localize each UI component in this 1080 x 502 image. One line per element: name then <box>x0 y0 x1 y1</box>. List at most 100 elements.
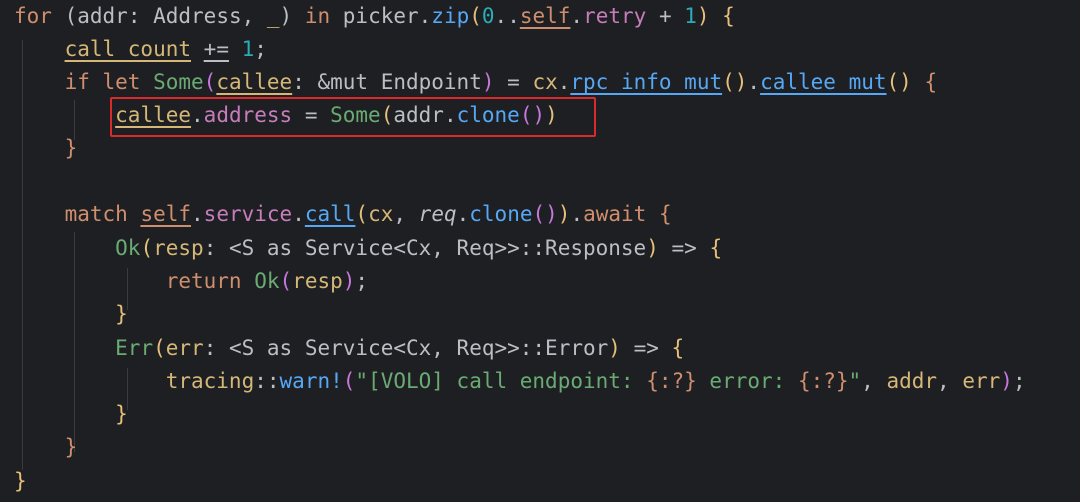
code-token: cx <box>532 70 558 94</box>
code-line[interactable]: Err(err: <S as Service<Cx, Req>>::Error)… <box>14 332 684 365</box>
code-token: : Address, <box>127 4 267 28</box>
code-token: ( <box>342 369 356 393</box>
code-line[interactable]: match self.service.call(cx, req.clone())… <box>14 198 672 231</box>
code-token: ) <box>545 103 558 127</box>
code-token: } <box>14 469 27 493</box>
code-token: callee <box>115 103 192 127</box>
code-line[interactable]: call_count += 1; <box>14 33 267 66</box>
code-editor[interactable]: for (addr: Address, _) in picker.zip(0..… <box>0 0 1080 502</box>
code-token: ) <box>279 4 305 28</box>
code-token: self <box>519 4 571 28</box>
code-token: ( <box>469 4 482 28</box>
code-token: " <box>848 369 862 393</box>
code-token: Ok <box>115 236 141 260</box>
code-token: } <box>64 435 78 459</box>
code-token: : <S as Service<Cx, Req>>::Error <box>203 336 609 360</box>
code-token: ; <box>1012 369 1026 393</box>
code-token: 0 <box>481 4 495 28</box>
code-line[interactable]: } <box>14 398 128 431</box>
code-token: {:?} <box>646 369 697 393</box>
code-line[interactable]: } <box>14 298 128 331</box>
code-token: () <box>519 103 546 127</box>
code-token: ( <box>203 70 217 94</box>
code-token: {:?} <box>797 369 849 393</box>
code-token: : <S as Service<Cx, Req>>::Response <box>203 236 647 260</box>
code-token: ( <box>355 202 369 226</box>
code-token: . <box>747 70 761 94</box>
code-token: ; <box>355 269 369 293</box>
code-token: addr <box>886 369 938 393</box>
code-token: ) <box>1000 369 1013 393</box>
code-line[interactable]: for (addr: Address, _) in picker.zip(0..… <box>14 0 735 33</box>
code-token: warn! <box>279 369 343 393</box>
code-token: } <box>64 136 78 160</box>
code-token: : &mut Endpoint <box>292 70 482 94</box>
code-token: . <box>570 4 584 28</box>
code-token: } <box>115 302 128 326</box>
code-line[interactable]: } <box>14 132 78 165</box>
code-token: _ <box>266 4 280 28</box>
code-token: . <box>570 202 584 226</box>
code-line[interactable]: if let Some(callee: &mut Endpoint) = cx.… <box>14 66 938 99</box>
code-line[interactable]: } <box>14 431 78 464</box>
code-token: err <box>962 369 1001 393</box>
code-token: , <box>861 369 887 393</box>
code-token: += <box>203 37 229 61</box>
code-token: Some <box>153 70 204 94</box>
code-token: match <box>64 202 141 226</box>
code-line[interactable]: Ok(resp: <S as Service<Cx, Req>>::Respon… <box>14 232 722 265</box>
code-line[interactable]: return Ok(resp); <box>14 265 368 298</box>
code-token: err <box>165 336 204 360</box>
code-token: () <box>886 70 912 94</box>
code-token: service <box>203 202 293 226</box>
code-token: { <box>911 70 938 94</box>
code-token: .. <box>494 4 520 28</box>
code-token: { <box>646 202 672 226</box>
code-token: = <box>494 70 533 94</box>
code-token: resp <box>292 269 343 293</box>
code-token: , <box>393 202 419 226</box>
code-token: 1 <box>684 4 697 28</box>
code-token: retry <box>583 4 647 28</box>
code-token: ( <box>140 236 154 260</box>
code-token: clone <box>456 103 520 127</box>
code-line[interactable]: } <box>14 465 27 498</box>
code-token: ( <box>279 269 293 293</box>
code-token: . <box>191 202 204 226</box>
code-token: for <box>14 4 52 28</box>
code-line[interactable]: tracing::warn!("[VOLO] call endpoint: {:… <box>14 365 1026 398</box>
code-token: Ok <box>254 269 280 293</box>
code-token: if let <box>64 70 154 94</box>
code-token: + <box>646 4 685 28</box>
code-token: resp <box>153 236 204 260</box>
code-token: . <box>292 202 305 226</box>
code-token: ) <box>646 236 659 260</box>
code-token: ) <box>608 336 621 360</box>
code-token: addr <box>393 103 444 127</box>
code-token: . <box>456 202 470 226</box>
code-token: req <box>418 202 457 226</box>
code-token: , <box>937 369 963 393</box>
code-token: Err <box>115 336 154 360</box>
code-token: ( <box>380 103 394 127</box>
code-token: rpc_info_mut <box>570 70 723 94</box>
code-token: ) <box>342 269 356 293</box>
code-token: clone <box>469 202 533 226</box>
code-line[interactable]: callee.address = Some(addr.clone()) <box>14 99 558 132</box>
code-token: error: <box>696 369 798 393</box>
code-token: picker. <box>330 4 432 28</box>
code-token: () <box>722 70 748 94</box>
code-token: => <box>620 336 672 360</box>
code-token: await <box>583 202 647 226</box>
code-token: zip <box>431 4 470 28</box>
